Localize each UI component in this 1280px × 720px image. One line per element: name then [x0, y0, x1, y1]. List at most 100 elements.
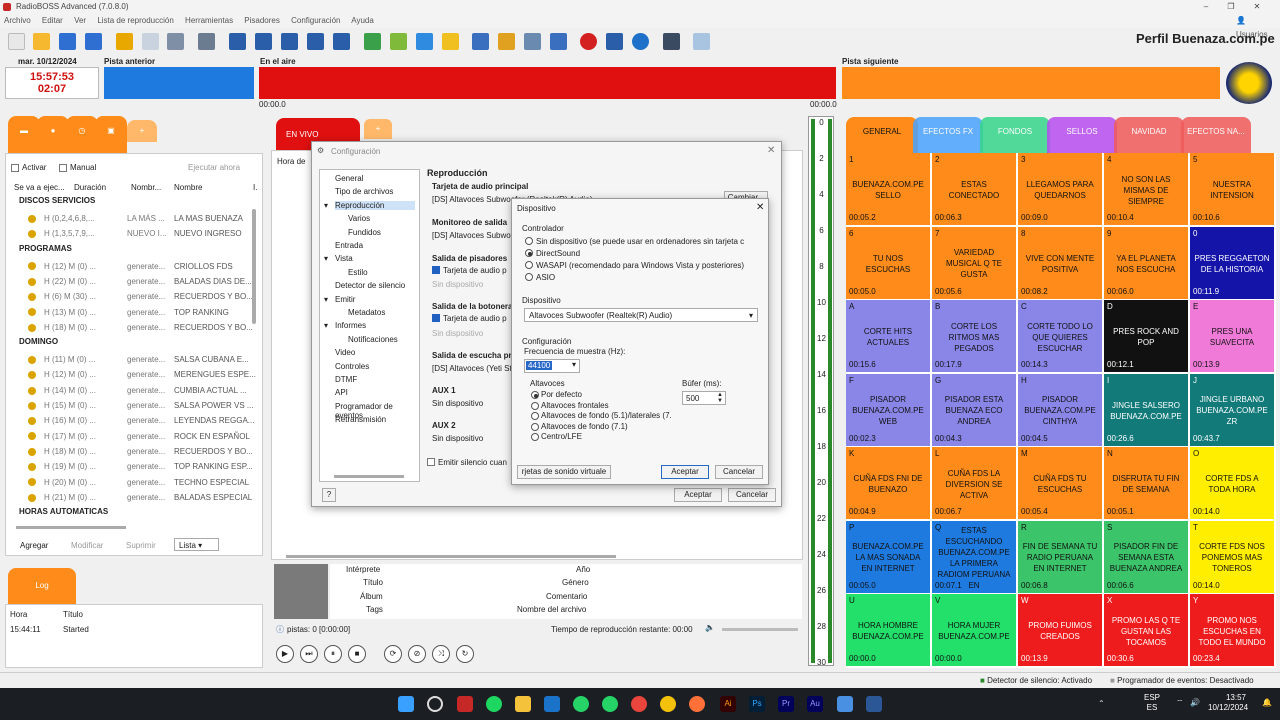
menu-lista[interactable]: Lista de reproducción — [97, 16, 174, 25]
pis-card-checkbox[interactable] — [432, 266, 440, 274]
app-icon-3[interactable] — [866, 696, 882, 712]
config-nav-item[interactable]: Reproducción — [335, 200, 415, 210]
app-icon-2[interactable] — [837, 696, 853, 712]
cart-button[interactable]: 8 VIVE CON MENTE POSITIVA 00:08.2 — [1018, 226, 1103, 300]
cart-button[interactable]: 7 VARIEDAD MUSICAL Q TE GUSTA 00:05.6 — [932, 226, 1017, 300]
whatsapp-business-icon[interactable] — [602, 696, 618, 712]
expand-arrow-icon[interactable]: ▾ — [324, 321, 328, 330]
tools-icon[interactable] — [524, 33, 541, 50]
firefox-icon[interactable] — [689, 696, 705, 712]
scheduler-row[interactable]: H (15) M (0) ... generate... SALSA POWER V… — [14, 398, 264, 413]
radioboss-taskbar-icon[interactable] — [457, 696, 473, 712]
add-track-icon[interactable] — [364, 33, 381, 50]
new-icon[interactable] — [8, 33, 25, 50]
cart-button[interactable]: D PRES ROCK AND POP 00:12.1 — [1104, 300, 1189, 373]
cart-button[interactable]: 3 LLEGAMOS PARA QUEDARNOS 00:09.0 — [1018, 153, 1103, 226]
cart-button[interactable]: R FIN DE SEMANA TU RADIO PERUANA EN INTER… — [1018, 520, 1103, 594]
scheduler-row[interactable]: H (17) M (0) ... generate... ROCK EN ESPAÑ… — [14, 429, 264, 444]
config-nav-item[interactable]: Informes — [335, 321, 366, 330]
lang-indicator[interactable]: ESP ES — [1144, 693, 1160, 713]
help-button[interactable]: ? — [322, 488, 336, 502]
tab-scheduler[interactable]: ◷ — [66, 116, 98, 154]
volume-slider[interactable] — [722, 628, 798, 631]
lista-dropdown[interactable]: Lista ▾ — [174, 538, 219, 551]
cart-button[interactable]: U HORA HOMBRE BUENAZA.COM.PE 00:00.0 — [846, 594, 931, 667]
scheduler-row[interactable]: H (12) M (0) ... generate... CRIOLLOS FDS — [14, 259, 264, 274]
modificar-button[interactable]: Modificar — [71, 541, 103, 550]
scheduler-row[interactable]: H (21) M (0) ... generate... BALADAS ESPEC… — [14, 490, 264, 505]
cart-button[interactable]: H PISADOR BUENAZA.COM.PE CINTHYA 00:04.5 — [1018, 373, 1103, 447]
menu-ayuda[interactable]: Ayuda — [351, 16, 374, 25]
cart-button[interactable]: P BUENAZA.COM.PE LA MAS SONADA EN INTERNE… — [846, 520, 931, 594]
play-button[interactable]: ▶ — [276, 645, 294, 663]
virtual-cards-button[interactable]: rjetas de sonido virtuale — [517, 465, 611, 479]
maximize-button[interactable]: ❐ — [1220, 0, 1242, 14]
speaker-radio[interactable] — [531, 401, 539, 410]
tray-clock[interactable]: 13:57 10/12/2024 — [1208, 693, 1248, 713]
stats-icon[interactable] — [606, 33, 623, 50]
manual-checkbox[interactable] — [59, 164, 67, 172]
cart-button[interactable]: A CORTE HITS ACTUALES 00:15.6 — [846, 300, 931, 373]
music-icon[interactable] — [498, 33, 515, 50]
scheduler-row[interactable]: H (16) M (0) ... generate... LEYENDAS REGG… — [14, 413, 264, 428]
cart-button[interactable]: E PRES UNA SUAVECITA 00:13.9 — [1190, 300, 1275, 373]
config-nav-item[interactable]: DTMF — [335, 375, 357, 384]
open-icon[interactable] — [33, 33, 50, 50]
scheduler-row[interactable]: H (0,2,4,6,8,... LA MÁS ... LA MAS BUENAZA — [14, 211, 264, 226]
cart-tab[interactable]: SELLOS — [1047, 117, 1117, 153]
layout1-icon[interactable] — [229, 33, 246, 50]
hscroll[interactable] — [16, 526, 126, 529]
device-close-button[interactable]: ✕ — [756, 202, 764, 213]
cart-button[interactable]: V HORA MUJER BUENAZA.COM.PE 00:00.0 — [932, 594, 1017, 667]
stop-button[interactable]: ■ — [348, 645, 366, 663]
repeat-button[interactable]: ↻ — [456, 645, 474, 663]
scheduler-scrollbar[interactable] — [252, 209, 256, 324]
radio-no-device[interactable] — [525, 237, 533, 245]
menu-pisadores[interactable]: Pisadores — [244, 16, 280, 25]
col-duration[interactable]: Duración — [74, 183, 106, 192]
run-now-button[interactable]: Ejecutar ahora — [188, 163, 240, 172]
scheduler-row[interactable]: H (6) M (30) ... generate... RECUERDOS Y B… — [14, 289, 264, 304]
silence-checkbox[interactable] — [427, 458, 435, 466]
radio-wasapi[interactable] — [525, 261, 533, 269]
config-nav-item[interactable]: Detector de silencio — [335, 281, 405, 290]
undo-icon[interactable] — [198, 33, 215, 50]
config-nav-item[interactable]: API — [335, 388, 348, 397]
playlist-tab-add[interactable]: + — [364, 119, 392, 139]
scheduler-row[interactable]: H (20) M (0) ... generate... TECHNO ESPECI… — [14, 475, 264, 490]
photoshop-icon[interactable]: Ps — [749, 696, 765, 712]
mute-icon[interactable] — [693, 33, 710, 50]
col-name-short[interactable]: Nombr... — [131, 183, 161, 192]
config-nav-item[interactable]: Tipo de archivos — [335, 187, 393, 196]
config-nav-item[interactable]: Video — [335, 348, 355, 357]
agregar-button[interactable]: Agregar — [20, 541, 48, 550]
tab-globe[interactable]: ● — [37, 116, 69, 154]
menu-configuracion[interactable]: Configuración — [291, 16, 340, 25]
illustrator-icon[interactable]: Ai — [720, 696, 736, 712]
cart-button[interactable]: F PISADOR BUENAZA.COM.PE WEB 00:02.3 — [846, 373, 931, 447]
radio-directsound[interactable] — [525, 249, 533, 257]
tab-playlist[interactable]: ▬ — [8, 116, 40, 154]
next-button[interactable]: ⏭ — [300, 645, 318, 663]
minimize-button[interactable]: – — [1195, 0, 1217, 14]
speaker-radio[interactable] — [531, 433, 539, 441]
config-nav-item[interactable]: General — [335, 174, 363, 183]
cart-tab[interactable]: NAVIDAD — [1114, 117, 1184, 153]
search-icon[interactable] — [427, 696, 443, 712]
scheduler-row[interactable]: H (18) M (0) ... generate... RECUERDOS Y B… — [14, 444, 264, 459]
cart-button[interactable]: 5 NUESTRA INTENSION 00:10.6 — [1190, 153, 1275, 226]
scheduler-row[interactable]: H (13) M (0) ... generate... TOP RANKING — [14, 305, 264, 320]
expand-arrow-icon[interactable]: ▾ — [324, 254, 328, 263]
cart-button[interactable]: M CUÑA FDS TU ESCUCHAS 00:05.4 — [1018, 447, 1103, 520]
scheduler-row[interactable]: H (11) M (0) ... generate... SALSA CUBANA … — [14, 352, 264, 367]
menu-herramientas[interactable]: Herramientas — [185, 16, 233, 25]
cart-button[interactable]: 0 PRES REGGAETON DE LA HISTORIA 00:11.9 — [1190, 226, 1275, 300]
shuffle-button[interactable]: ⤨ — [432, 645, 450, 663]
radio-asio[interactable] — [525, 273, 533, 281]
loop-button[interactable]: ⟳ — [384, 645, 402, 663]
stream-icon[interactable] — [632, 33, 649, 50]
suprimir-button[interactable]: Suprimir — [126, 541, 156, 550]
speaker-radio[interactable] — [531, 422, 539, 431]
cart-button[interactable]: S PISADOR FIN DE SEMANA ESTA BUENAZA ANDR… — [1104, 520, 1189, 594]
layout2-icon[interactable] — [255, 33, 272, 50]
